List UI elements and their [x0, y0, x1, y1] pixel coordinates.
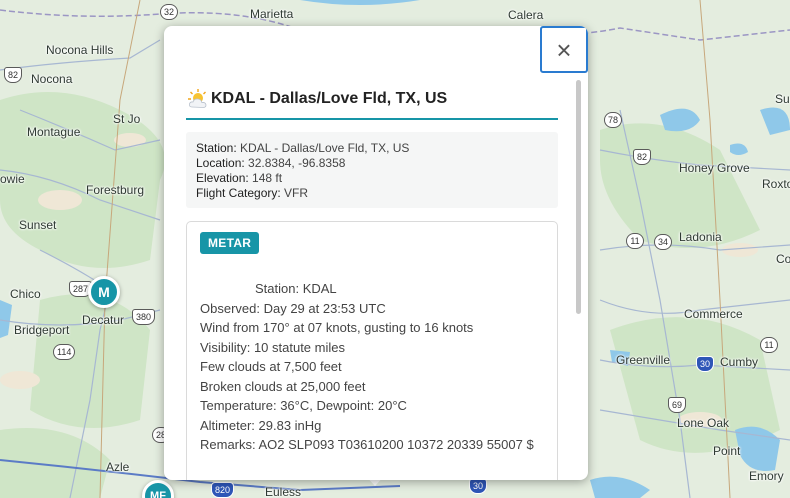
scrollbar-thumb[interactable]: [576, 80, 581, 314]
popup-content[interactable]: KDAL - Dallas/Love Fld, TX, US Station: …: [186, 72, 558, 480]
highway-shield: 380: [132, 309, 156, 325]
highway-shield: 34: [654, 234, 673, 250]
place-label: Honey Grove: [679, 161, 750, 175]
metar-line: Few clouds at 7,500 feet: [200, 359, 342, 374]
info-key: Elevation:: [196, 171, 249, 185]
metar-card: METAR Station: KDAL Observed: Day 29 at …: [186, 221, 558, 480]
highway-shield: 32: [160, 4, 179, 20]
info-key: Station:: [196, 141, 237, 155]
popup-title: KDAL - Dallas/Love Fld, TX, US: [211, 90, 448, 107]
place-label: Co: [776, 252, 790, 266]
highway-shield: 30: [696, 356, 715, 372]
info-value: 32.8384, -96.8358: [244, 156, 346, 170]
place-label: Bridgeport: [14, 323, 70, 337]
place-label: Marietta: [250, 7, 294, 21]
metar-line: Broken clouds at 25,000 feet: [200, 378, 366, 394]
place-label: Lone Oak: [677, 416, 730, 430]
station-marker[interactable]: M: [88, 276, 120, 308]
station-info-row: Elevation: 148 ft: [196, 171, 548, 186]
metar-line: Altimeter: 29.83 inHg: [200, 417, 322, 433]
place-label: Calera: [508, 8, 544, 22]
metar-line: Wind from 170° at 07 knots, gusting to 1…: [200, 320, 474, 335]
highway-shield: 11: [760, 337, 778, 353]
place-label: Euless: [265, 485, 302, 498]
place-label: Forestburg: [86, 183, 145, 197]
place-label: Roxto: [762, 177, 790, 191]
info-value: 148 ft: [248, 171, 283, 185]
metar-badge: METAR: [200, 232, 260, 254]
station-info-row: Station: KDAL - Dallas/Love Fld, TX, US: [196, 141, 548, 156]
highway-shield: 11: [626, 233, 644, 249]
place-label: Montague: [27, 125, 81, 139]
place-label: Su: [775, 92, 790, 106]
place-label: Emory: [749, 469, 784, 483]
metar-line: Station: KDAL: [255, 281, 337, 296]
popup-header: KDAL - Dallas/Love Fld, TX, US: [186, 88, 558, 120]
highway-shield: 820: [211, 482, 235, 498]
place-label: Azle: [106, 460, 130, 474]
station-info-row: Location: 32.8384, -96.8358: [196, 156, 548, 171]
place-label: Decatur: [82, 313, 125, 327]
station-info-row: Flight Category: VFR: [196, 186, 548, 201]
info-key: Location:: [196, 156, 245, 170]
place-label: Nocona: [31, 72, 73, 86]
place-label: Point: [713, 444, 741, 458]
highway-shield: 114: [53, 344, 76, 360]
info-value: KDAL - Dallas/Love Fld, TX, US: [236, 141, 410, 155]
highway-shield: 82: [4, 67, 23, 83]
station-info: Station: KDAL - Dallas/Love Fld, TX, US …: [186, 132, 558, 208]
metar-line: Temperature: 36°C, Dewpoint: 20°C: [200, 398, 407, 413]
highway-shield: 69: [668, 397, 687, 413]
place-label: Cumby: [720, 355, 759, 369]
info-key: Flight Category:: [196, 186, 281, 200]
place-label: Ladonia: [679, 230, 722, 244]
place-label: Nocona Hills: [46, 43, 114, 57]
highway-shield: 30: [469, 478, 488, 494]
partly-cloudy-icon: [188, 89, 207, 108]
info-value: VFR: [280, 186, 309, 200]
metar-decoded: Station: KDAL Observed: Day 29 at 23:53 …: [200, 279, 555, 455]
place-label: Sunset: [19, 218, 57, 232]
place-label: Commerce: [684, 307, 743, 321]
place-label: owie: [0, 172, 25, 186]
highway-shield: 78: [604, 112, 623, 128]
highway-shield: 82: [633, 149, 652, 165]
metar-line: Visibility: 10 statute miles: [200, 339, 345, 355]
metar-line: Observed: Day 29 at 23:53 UTC: [200, 300, 386, 316]
place-label: Chico: [10, 287, 41, 301]
place-label: Greenville: [616, 353, 671, 367]
station-popup: × KDAL - Dallas/Love Fld, TX, US Station…: [164, 26, 588, 480]
place-label: St Jo: [113, 112, 141, 126]
close-button[interactable]: ×: [540, 26, 588, 73]
metar-line: Remarks: AO2 SLP093 T03610200 10372 2033…: [200, 437, 534, 452]
